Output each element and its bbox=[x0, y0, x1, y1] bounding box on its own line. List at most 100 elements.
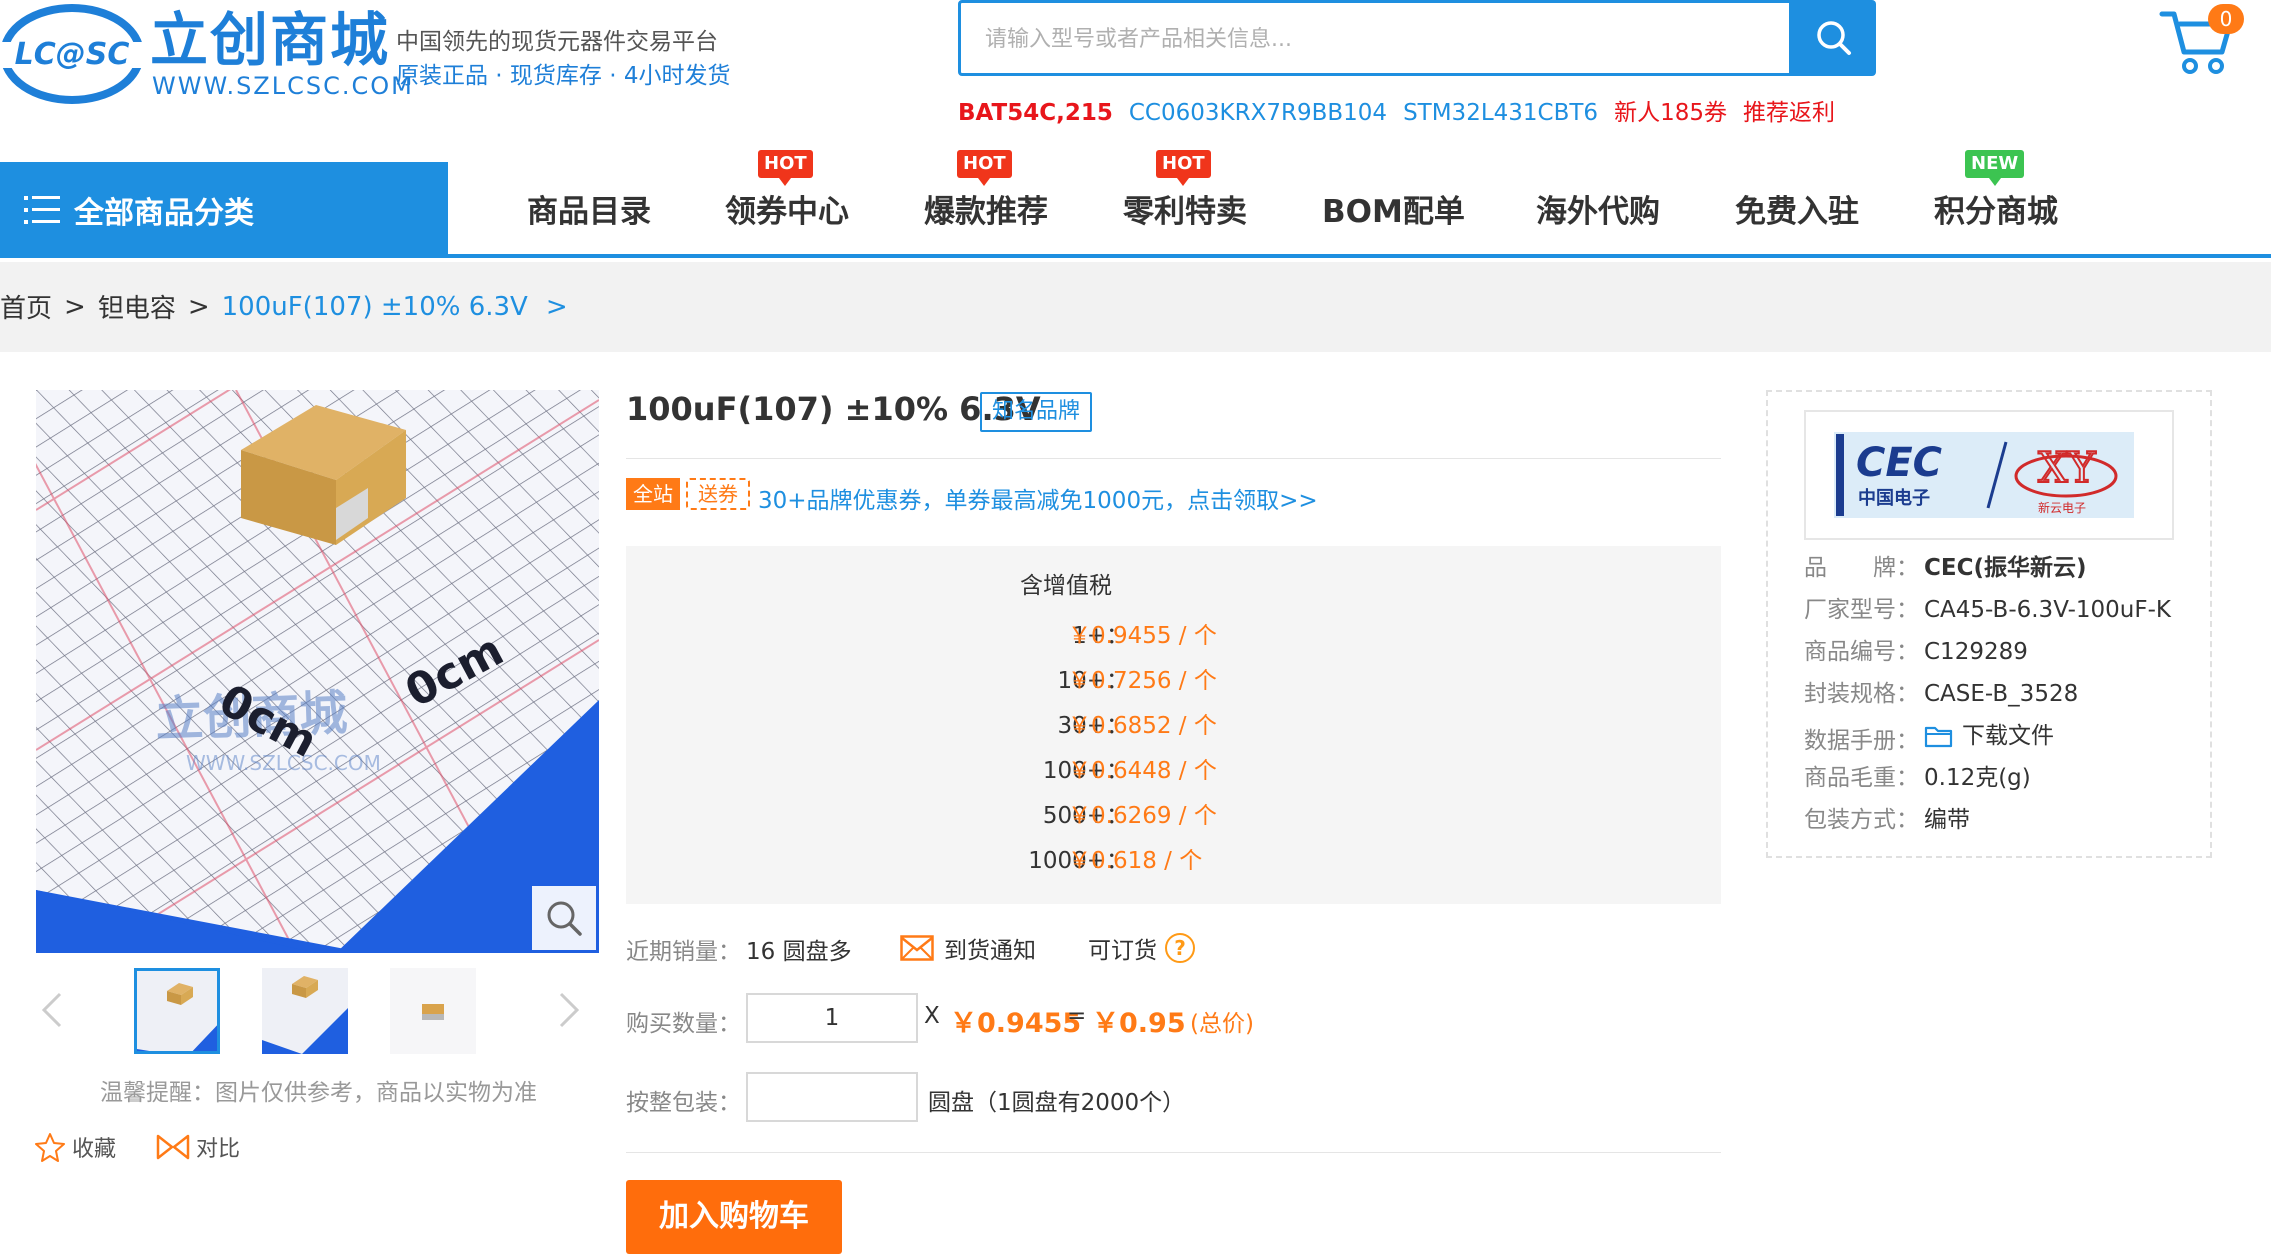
total-price-note: (总价) bbox=[1190, 1011, 1254, 1037]
nav-item-catalog[interactable]: 商品目录 bbox=[527, 182, 651, 242]
new-badge: NEW bbox=[1965, 150, 2025, 186]
favorite-button[interactable]: 收藏 bbox=[34, 1130, 116, 1164]
magnifier-icon bbox=[547, 901, 582, 936]
coupon-link[interactable]: 30+品牌优惠券，单券最高减免1000元，点击领取>> bbox=[758, 481, 1318, 515]
coupon-tag-gift: 送券 bbox=[686, 478, 750, 510]
price-tier-price: ￥0.9455 / 个 bbox=[1068, 623, 1217, 649]
nav-item-hot-picks[interactable]: 爆款推荐 bbox=[924, 182, 1048, 242]
nav-item-bom[interactable]: BOM配单 bbox=[1322, 182, 1465, 242]
spec-row-package: 封装规格： CASE-B_3528 bbox=[1804, 677, 2078, 711]
reel-label: 按整包装： bbox=[626, 1090, 741, 1116]
spec-key: 数据手册： bbox=[1804, 728, 1919, 754]
slogan-line-1: 中国领先的现货元器件交易平台 bbox=[396, 29, 718, 55]
brand-logo[interactable]: CEC 中国电子 XY 新云电子 bbox=[1804, 410, 2174, 540]
all-categories-label: 全部商品分类 bbox=[74, 196, 254, 231]
orderable-label: 可订货 bbox=[1088, 938, 1157, 964]
spec-row-datasheet: 数据手册： 下载文件 bbox=[1804, 719, 2054, 754]
search-button[interactable] bbox=[1792, 0, 1876, 76]
brand-tag[interactable]: 知名品牌 bbox=[980, 392, 1093, 432]
help-icon[interactable]: ? bbox=[1165, 933, 1195, 963]
cart-count-badge: 0 bbox=[2208, 4, 2244, 34]
arrival-notify-label: 到货通知 bbox=[944, 938, 1036, 964]
price-tier-price: ￥0.7256 / 个 bbox=[1068, 668, 1217, 694]
thumbnail-2[interactable] bbox=[262, 968, 348, 1054]
spec-key: 品 牌： bbox=[1804, 555, 1919, 581]
spec-key: 包装方式： bbox=[1804, 807, 1919, 833]
search-box bbox=[958, 0, 1792, 76]
reel-quantity-input[interactable] bbox=[746, 1072, 918, 1122]
brand-logo-sub-2: 新云电子 bbox=[2038, 500, 2086, 515]
logo-text: LC@SC bbox=[15, 37, 130, 72]
quantity-input[interactable] bbox=[746, 993, 918, 1043]
hot-keyword-link[interactable]: STM32L431CBT6 bbox=[1403, 96, 1598, 130]
breadcrumb-separator: > bbox=[187, 291, 210, 322]
times-sign: X bbox=[924, 1003, 940, 1029]
breadcrumb-home[interactable]: 首页 bbox=[0, 288, 52, 325]
logo-wordmark[interactable]: 立创商城 bbox=[150, 0, 390, 80]
mail-icon bbox=[900, 935, 934, 961]
hot-badge: HOT bbox=[1156, 150, 1211, 186]
hot-badge: HOT bbox=[957, 150, 1012, 186]
spec-row-weight: 商品毛重： 0.12克(g) bbox=[1804, 761, 2031, 795]
spec-row-mfr-part: 厂家型号： CA45-B-6.3V-100uF-K bbox=[1804, 593, 2171, 627]
spec-value: C129289 bbox=[1924, 639, 2028, 665]
price-tier-price: ￥0.618 / 个 bbox=[1068, 848, 1203, 874]
spec-value: CA45-B-6.3V-100uF-K bbox=[1924, 597, 2171, 623]
nav-item-join-free[interactable]: 免费入驻 bbox=[1735, 182, 1859, 242]
nav-item-overseas[interactable]: 海外代购 bbox=[1536, 182, 1660, 242]
add-to-cart-button[interactable]: 加入购物车 bbox=[626, 1180, 842, 1254]
compare-label: 对比 bbox=[196, 1137, 241, 1162]
thumbnail-1[interactable] bbox=[134, 968, 220, 1054]
search-input[interactable] bbox=[985, 21, 1745, 57]
hot-keyword-link[interactable]: 新人185券 bbox=[1614, 96, 1727, 130]
spec-key: 商品编号： bbox=[1804, 639, 1919, 665]
spec-value: 编带 bbox=[1924, 807, 1970, 833]
favorite-label: 收藏 bbox=[72, 1137, 117, 1162]
quantity-label: 购买数量： bbox=[626, 1011, 741, 1037]
price-tier-price: ￥0.6448 / 个 bbox=[1068, 758, 1217, 784]
logo-emblem[interactable]: LC@SC bbox=[0, 2, 145, 106]
arrival-notify-button[interactable]: 到货通知 bbox=[900, 930, 1036, 966]
nav-item-zero-profit[interactable]: 零利特卖 bbox=[1123, 182, 1247, 242]
star-icon bbox=[35, 1133, 65, 1162]
hot-keyword-link[interactable]: BAT54C,215 bbox=[958, 96, 1113, 130]
product-title: 100uF(107) ±10% 6.3V bbox=[626, 390, 1041, 428]
breadcrumb-category[interactable]: 钽电容 bbox=[98, 288, 176, 325]
menu-icon bbox=[24, 196, 60, 224]
search-icon bbox=[1817, 21, 1851, 55]
spec-row-brand: 品 牌： CEC(振华新云) bbox=[1804, 551, 2087, 585]
spec-key: 封装规格： bbox=[1804, 681, 1919, 707]
spec-row-item-no: 商品编号： C129289 bbox=[1804, 635, 2028, 669]
spec-value[interactable]: CEC(振华新云) bbox=[1924, 555, 2087, 581]
spec-row-packaging: 包装方式： 编带 bbox=[1804, 803, 1970, 837]
equals-sign: = bbox=[1067, 1003, 1087, 1029]
datasheet-download-link[interactable]: 下载文件 bbox=[1924, 719, 2054, 753]
price-tier-price: ￥0.6269 / 个 bbox=[1068, 803, 1217, 829]
folder-icon bbox=[1924, 726, 1953, 748]
spec-key: 商品毛重： bbox=[1804, 765, 1919, 791]
zoom-button[interactable] bbox=[532, 886, 596, 950]
hot-keyword-link[interactable]: 推荐返利 bbox=[1743, 96, 1835, 130]
price-tier-price: ￥0.6852 / 个 bbox=[1068, 713, 1217, 739]
price-tax-note: 含增值税 bbox=[1020, 573, 1112, 599]
hot-keyword-link[interactable]: CC0603KRX7R9BB104 bbox=[1129, 96, 1387, 130]
spec-value: 0.12克(g) bbox=[1924, 765, 2031, 791]
reel-unit-note: 圆盘（1圆盘有2000个） bbox=[928, 1090, 1186, 1116]
hot-keywords: BAT54C,215 CC0603KRX7R9BB104 STM32L431CBT6… bbox=[958, 96, 1835, 130]
compare-icon bbox=[156, 1134, 190, 1160]
breadcrumb: 首页 > 钽电容 > 100uF(107) ±10% 6.3V > bbox=[0, 288, 568, 325]
spec-key: 厂家型号： bbox=[1804, 597, 1919, 623]
hot-badge: HOT bbox=[758, 150, 813, 186]
compare-button[interactable]: 对比 bbox=[156, 1130, 240, 1164]
breadcrumb-separator: > bbox=[64, 291, 86, 322]
brand-logo-sub: 中国电子 bbox=[1858, 487, 1930, 509]
orderable-status: 可订货 ? bbox=[1088, 930, 1195, 966]
thumbnail-prev-arrow[interactable] bbox=[36, 990, 66, 1030]
nav-item-points-mall[interactable]: 积分商城 bbox=[1934, 182, 2058, 242]
all-categories-button[interactable]: 全部商品分类 bbox=[0, 162, 448, 258]
nav-item-coupons[interactable]: 领券中心 bbox=[725, 182, 849, 242]
logo-url: WWW.SZLCSC.COM bbox=[152, 72, 414, 100]
divider bbox=[626, 458, 1721, 459]
thumbnail-next-arrow[interactable] bbox=[555, 990, 585, 1030]
thumbnail-3[interactable] bbox=[390, 968, 476, 1054]
